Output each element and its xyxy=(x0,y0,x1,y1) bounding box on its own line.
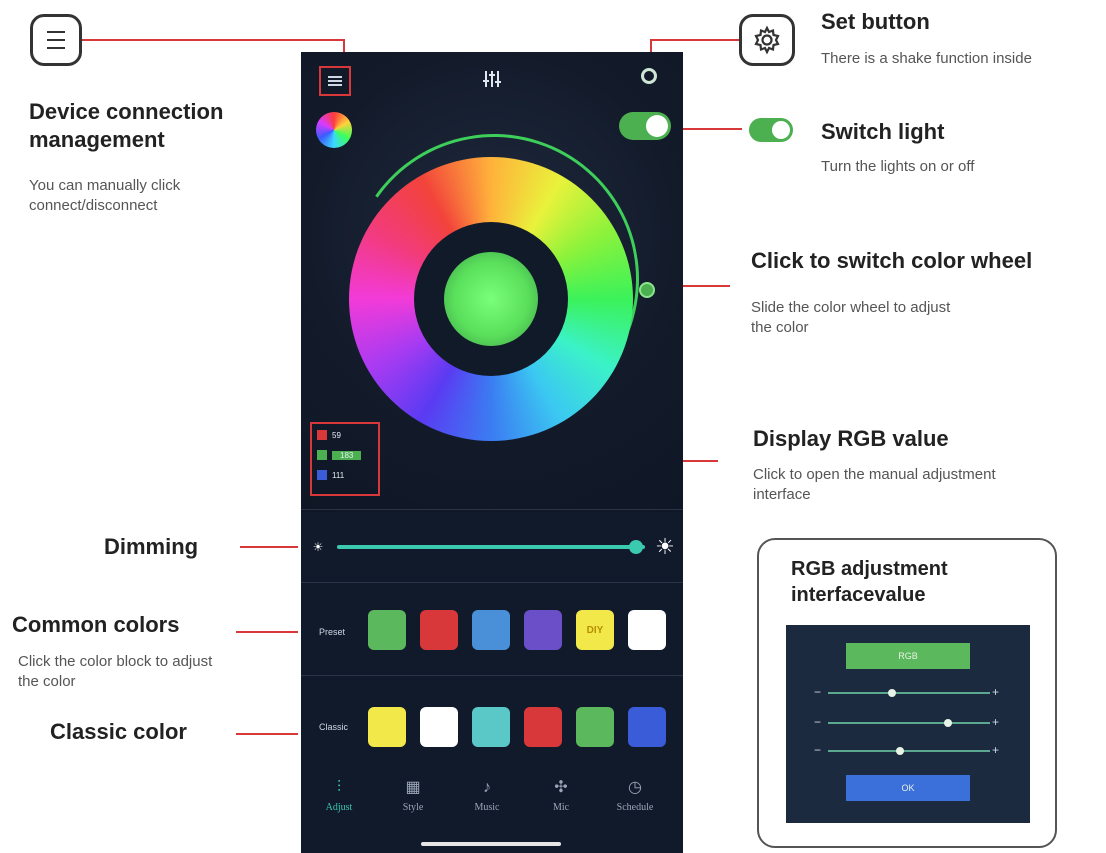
preset-color-swatch[interactable] xyxy=(472,610,510,650)
red-swatch xyxy=(317,430,327,440)
phone-screen: 59 183 111 ☀ ☀ Preset DIY Classic ⫶ Adjus… xyxy=(301,52,683,853)
menu-button[interactable] xyxy=(319,66,351,96)
nav-item-adjust[interactable]: ⫶ Adjust xyxy=(309,778,369,813)
minus-icon[interactable]: − xyxy=(814,743,821,757)
sliders-icon: ⫶ xyxy=(336,779,341,796)
set-button-title: Set button xyxy=(821,9,930,34)
common-colors-desc: Click the color block to adjust the colo… xyxy=(18,653,213,690)
color-wheel-title: Click to switch color wheel xyxy=(751,248,1033,273)
nav-item-music[interactable]: ♪ Music xyxy=(457,778,517,813)
toggle-knob xyxy=(646,115,668,137)
minus-icon[interactable]: − xyxy=(814,685,821,699)
toggle-icon xyxy=(749,118,793,142)
classic-color-swatch[interactable] xyxy=(368,707,406,747)
nav-item-schedule[interactable]: ◷ Schedule xyxy=(605,778,665,813)
preset-color-swatch[interactable] xyxy=(420,610,458,650)
rgb-value-desc: Click to open the manual adjustment inte… xyxy=(753,466,996,503)
connector-dimming xyxy=(240,546,298,548)
connector-device xyxy=(82,39,344,41)
classic-color-swatch[interactable] xyxy=(472,707,510,747)
connector-set xyxy=(650,39,740,41)
gear-icon xyxy=(739,14,795,66)
classic-label: Classic xyxy=(319,722,349,732)
plus-icon[interactable]: + xyxy=(992,743,999,757)
nav-item-style[interactable]: ▦ Style xyxy=(383,778,443,813)
clock-icon: ◷ xyxy=(628,779,642,796)
menu-icon xyxy=(328,74,342,88)
device-desc: You can manually click connect/disconnec… xyxy=(29,177,181,214)
nav-label: Adjust xyxy=(325,802,353,813)
dimming-slider-thumb[interactable] xyxy=(628,540,643,554)
rgb-mode-button[interactable]: RGB xyxy=(846,643,970,669)
bottom-nav: ⫶ Adjust ▦ Style ♪ Music ✣ Mic ◷ Schedule xyxy=(301,772,683,832)
divider xyxy=(301,582,683,583)
classic-color-swatch[interactable] xyxy=(628,707,666,747)
blue-value: 111 xyxy=(332,470,345,480)
divider xyxy=(301,675,683,676)
device-title: Device connection management xyxy=(29,99,224,152)
dim-high-icon: ☀ xyxy=(655,534,675,559)
green-value: 183 xyxy=(332,450,362,460)
current-color-preview xyxy=(444,252,538,346)
classic-color-swatch[interactable] xyxy=(524,707,562,747)
connector-classic xyxy=(236,733,298,735)
nav-label: Style xyxy=(402,802,424,813)
green-slider[interactable] xyxy=(828,722,990,724)
color-wheel-knob[interactable] xyxy=(639,282,655,298)
rgb-panel-title: RGB adjustment interfacevalue xyxy=(791,558,948,606)
color-wheel-switch-icon[interactable] xyxy=(316,112,352,148)
nav-label: Music xyxy=(474,802,500,813)
ok-button[interactable]: OK xyxy=(846,775,970,801)
plus-icon[interactable]: + xyxy=(992,685,999,699)
preset-color-swatch[interactable]: DIY xyxy=(576,610,614,650)
rgb-value-title: Display RGB value xyxy=(753,426,949,451)
mic-icon: ✣ xyxy=(554,779,568,796)
classic-color-swatch[interactable] xyxy=(576,707,614,747)
green-swatch xyxy=(317,450,327,460)
hamburger-menu-icon xyxy=(30,14,82,66)
settings-icon[interactable] xyxy=(641,68,657,84)
nav-label: Schedule xyxy=(616,802,654,813)
color-wheel-desc: Slide the color wheel to adjust the colo… xyxy=(751,299,951,336)
nav-item-mic[interactable]: ✣ Mic xyxy=(531,778,591,813)
classic-color-swatch[interactable] xyxy=(420,707,458,747)
common-colors-title: Common colors xyxy=(12,612,180,637)
connector-common xyxy=(236,631,298,633)
plus-icon[interactable]: + xyxy=(992,715,999,729)
dimming-slider[interactable] xyxy=(337,545,645,549)
blue-swatch xyxy=(317,470,327,480)
switch-light-title: Switch light xyxy=(821,119,945,144)
home-indicator xyxy=(421,842,561,846)
blue-slider[interactable] xyxy=(828,750,990,752)
music-icon: ♪ xyxy=(483,779,491,796)
preset-color-swatch[interactable] xyxy=(368,610,406,650)
dimming-title: Dimming xyxy=(104,534,199,559)
set-button-desc: There is a shake function inside xyxy=(821,50,1032,67)
classic-color-title: Classic color xyxy=(50,719,187,744)
rgb-value-display[interactable]: 59 183 111 xyxy=(310,422,380,496)
divider xyxy=(301,509,683,510)
dim-low-icon: ☀ xyxy=(312,540,324,554)
switch-light-desc: Turn the lights on or off xyxy=(821,158,975,175)
power-toggle[interactable] xyxy=(619,112,671,140)
blue-slider-thumb[interactable] xyxy=(896,747,904,755)
red-slider-thumb[interactable] xyxy=(888,689,896,697)
rgb-adjustment-screen: RGB − + − + − + OK xyxy=(786,625,1030,823)
grid-icon: ▦ xyxy=(405,779,421,796)
sliders-icon[interactable] xyxy=(479,66,505,92)
green-slider-thumb[interactable] xyxy=(944,719,952,727)
red-value: 59 xyxy=(332,430,341,440)
nav-label: Mic xyxy=(552,802,570,813)
preset-color-swatch[interactable] xyxy=(628,610,666,650)
preset-color-swatch[interactable] xyxy=(524,610,562,650)
minus-icon[interactable]: − xyxy=(814,715,821,729)
red-slider[interactable] xyxy=(828,692,990,694)
preset-label: Preset xyxy=(319,627,346,637)
